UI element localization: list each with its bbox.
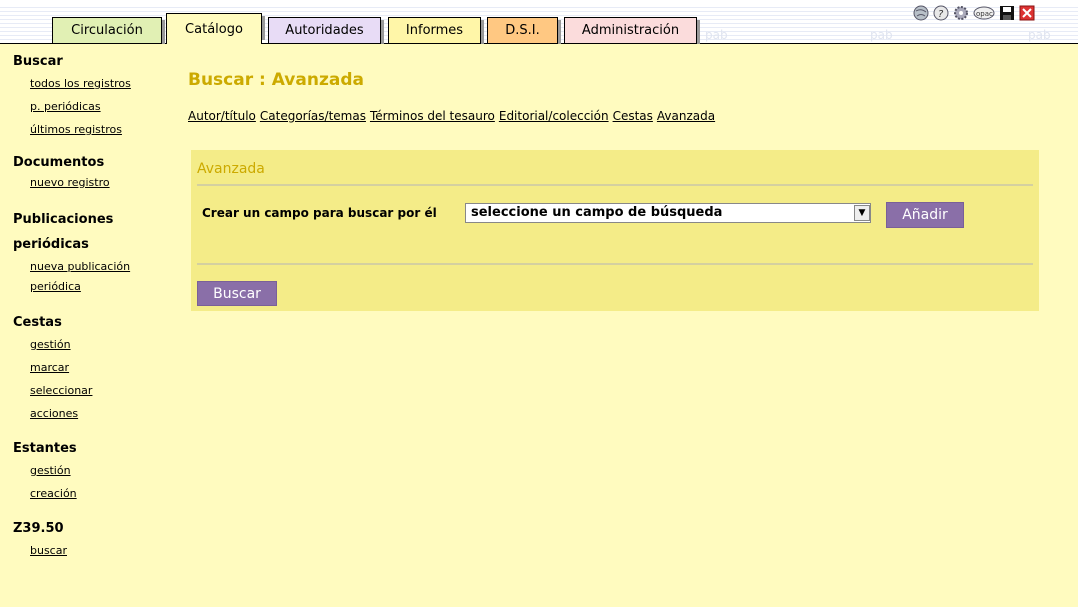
sidebar-link-seleccionar[interactable]: seleccionar (30, 379, 173, 402)
sidebar-heading-z3950: Z39.50 (13, 521, 64, 536)
subnav-link-categorias[interactable]: Categorías/temas (260, 109, 366, 123)
settings-icon[interactable] (953, 5, 969, 21)
sidebar-heading-cestas: Cestas (13, 315, 62, 330)
subnav-link-avanzada[interactable]: Avanzada (657, 109, 715, 123)
sidebar-heading-line: Publicaciones (13, 212, 114, 227)
sidebar-link-z3950-buscar[interactable]: buscar (30, 539, 173, 562)
search-button[interactable]: Buscar (197, 281, 277, 306)
tab-catalogo[interactable]: Catálogo (166, 13, 265, 44)
panel-divider (197, 184, 1033, 186)
tab-autoridades[interactable]: Autoridades (268, 17, 384, 44)
sidebar-link-cestas-gestion[interactable]: gestión (30, 333, 173, 356)
help-icon[interactable]: ? (933, 5, 949, 21)
watermark-logo: pab (1028, 28, 1051, 42)
add-button[interactable]: Añadir (886, 202, 964, 228)
sidebar-heading-publicaciones: Publicaciones periódicas (13, 207, 173, 257)
sidebar-heading-line: periódicas (13, 237, 89, 252)
svg-text:opac: opac (976, 10, 993, 18)
sidebar-menu: Buscar todos los registros p. periódicas… (13, 52, 173, 562)
page-title: Buscar : Avanzada (188, 70, 364, 90)
subnav-link-autor-titulo[interactable]: Autor/título (188, 109, 256, 123)
tab-label: Autoridades (285, 23, 364, 38)
sidebar-link-ultimos-registros[interactable]: últimos registros (30, 118, 173, 141)
sidebar-link-nueva-publicacion[interactable]: nueva publicación (30, 257, 173, 277)
subnav-link-terminos-tesauro[interactable]: Términos del tesauro (370, 109, 495, 123)
sidebar-link-marcar[interactable]: marcar (30, 356, 173, 379)
sidebar-heading-buscar: Buscar (13, 54, 63, 69)
sidebar-link-nuevo-registro[interactable]: nuevo registro (30, 173, 173, 193)
panel-divider (197, 263, 1033, 265)
save-icon[interactable] (999, 5, 1015, 21)
watermark-logo: pab (870, 28, 893, 42)
sidebar-link-periodicas[interactable]: p. periódicas (30, 95, 173, 118)
top-tab-bar: pab pab pab Circulación Catálogo Autorid… (0, 0, 1078, 44)
tab-informes[interactable]: Informes (388, 17, 484, 44)
tab-label: Informes (405, 23, 464, 38)
sidebar-link-acciones[interactable]: acciones (30, 402, 173, 425)
field-label: Crear un campo para buscar por él (202, 206, 437, 220)
tab-label: Circulación (71, 23, 143, 38)
sidebar-heading-documentos: Documentos (13, 155, 105, 170)
toolbar-icons: ? opac (913, 5, 1035, 25)
tab-circulacion[interactable]: Circulación (52, 17, 165, 44)
globe-icon[interactable] (913, 5, 929, 21)
tab-label: D.S.I. (505, 23, 540, 38)
tab-label: Administración (581, 23, 680, 38)
sidebar-link-estantes-gestion[interactable]: gestión (30, 459, 173, 482)
subnav-link-editorial[interactable]: Editorial/colección (499, 109, 609, 123)
sidebar-link-todos-registros[interactable]: todos los registros (30, 72, 173, 95)
tab-administracion[interactable]: Administración (564, 17, 700, 44)
subnav-link-cestas[interactable]: Cestas (613, 109, 653, 123)
tab-label: Catálogo (185, 21, 243, 37)
sidebar-link-periodica[interactable]: periódica (30, 277, 173, 297)
search-field-select[interactable]: seleccione un campo de búsqueda ▼ (465, 203, 871, 223)
svg-text:?: ? (938, 9, 944, 20)
opac-icon[interactable]: opac (973, 5, 995, 21)
sidebar-link-creacion[interactable]: creación (30, 482, 173, 505)
tab-dsi[interactable]: D.S.I. (487, 17, 561, 44)
search-subnav: Autor/título Categorías/temas Términos del… (188, 109, 719, 123)
select-value: seleccione un campo de búsqueda (471, 205, 723, 220)
sidebar-heading-estantes: Estantes (13, 441, 77, 456)
panel-title: Avanzada (197, 161, 265, 177)
watermark-logo: pab (705, 28, 728, 42)
chevron-down-icon[interactable]: ▼ (854, 205, 870, 221)
close-icon[interactable] (1019, 5, 1035, 21)
advanced-search-panel: Avanzada Crear un campo para buscar por … (191, 150, 1039, 311)
